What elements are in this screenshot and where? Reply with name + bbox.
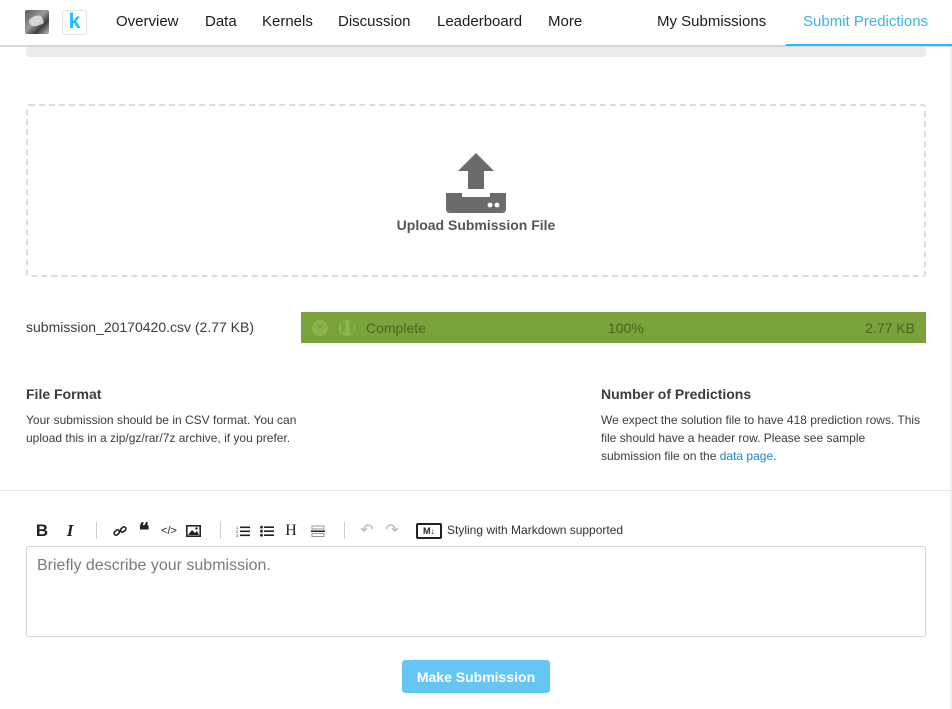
active-tab-indicator [786,44,952,46]
section-divider [0,490,952,491]
markdown-icon: M↓ [416,523,442,539]
image-icon[interactable] [186,525,201,537]
top-navigation: k Overview Data Kernels Discussion Leade… [0,0,952,47]
nav-discussion[interactable]: Discussion [338,13,411,30]
upload-progress-bar: ✕ ❚❚ Complete 100% 2.77 KB [301,312,926,343]
horizontal-rule-icon[interactable] [311,525,325,537]
upload-status: Complete [366,320,426,336]
ordered-list-icon[interactable]: 1 2 3 [236,525,250,537]
pause-upload-icon[interactable]: ❚❚ [339,320,356,336]
predictions-text-end: . [773,449,777,463]
markdown-hint: Styling with Markdown supported [447,523,624,537]
toolbar-separator [220,522,221,539]
upload-label[interactable]: Upload Submission File [28,217,924,233]
cancel-upload-icon[interactable]: ✕ [312,320,328,336]
bold-button[interactable]: B [35,520,49,542]
undo-icon[interactable]: ↶ [360,520,374,542]
file-format-text: Your submission should be in CSV format.… [26,413,297,445]
nav-kernels[interactable]: Kernels [262,13,313,30]
upload-dropzone[interactable]: Upload Submission File [26,104,926,277]
upload-percent: 100% [608,320,644,336]
predictions-title: Number of Predictions [601,386,752,402]
nav-submit-predictions[interactable]: Submit Predictions [803,13,928,30]
svg-text:3: 3 [236,533,239,537]
redo-icon[interactable]: ↷ [385,520,399,542]
upload-size: 2.77 KB [865,320,915,336]
nav-more[interactable]: More [548,13,582,30]
toolbar-separator [344,522,345,539]
upload-tray-icon [446,153,506,213]
uploaded-file-name: submission_20170420.csv (2.77 KB) [26,319,255,335]
quote-icon[interactable]: ❝ [136,520,152,542]
editor-toolbar: B I ❝ </> 1 2 3 H ↶ ↷ M↓ Styling with Ma… [26,520,926,542]
submission-description-input[interactable] [26,546,926,637]
competition-thumbnail-icon[interactable] [25,10,49,34]
header-strip [26,47,926,57]
file-format-title: File Format [26,386,102,402]
make-submission-button[interactable]: Make Submission [402,660,550,693]
italic-button[interactable]: I [64,520,76,542]
toolbar-separator [96,522,97,539]
code-icon[interactable]: </> [160,520,178,542]
nav-data[interactable]: Data [205,13,237,30]
heading-button[interactable]: H [284,520,298,542]
kaggle-logo-icon[interactable]: k [62,10,87,35]
bullet-list-icon[interactable] [260,525,274,537]
nav-my-submissions[interactable]: My Submissions [657,13,766,30]
data-page-link[interactable]: data page [720,449,773,463]
predictions-text: We expect the solution file to have 418 … [601,411,926,465]
link-icon[interactable] [113,524,127,538]
nav-leaderboard[interactable]: Leaderboard [437,13,522,30]
nav-overview[interactable]: Overview [116,13,179,30]
